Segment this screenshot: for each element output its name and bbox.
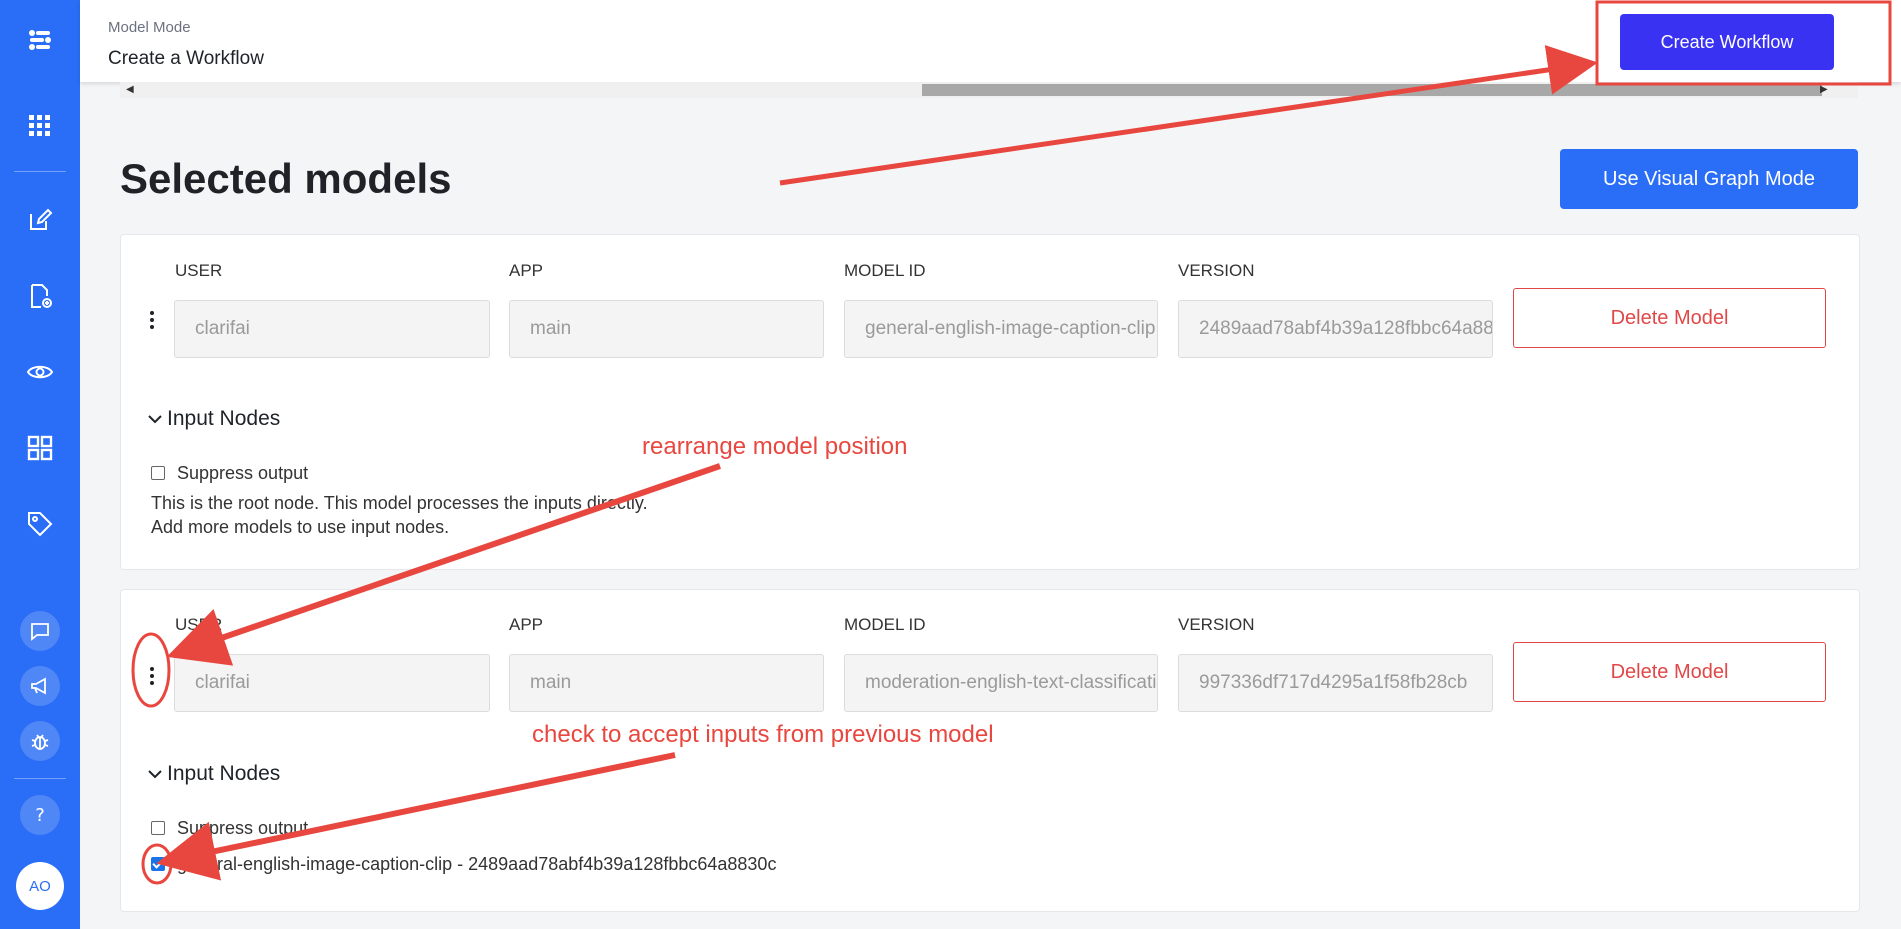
scroll-left-icon[interactable]: ◀ <box>126 84 134 95</box>
sidebar-divider <box>14 171 66 172</box>
app-field[interactable]: main <box>509 654 824 712</box>
input-nodes-toggle[interactable]: Input Nodes <box>147 407 280 431</box>
version-label: VERSION <box>1178 615 1255 634</box>
model-id-label: MODEL ID <box>844 261 926 280</box>
logo-icon[interactable] <box>20 20 60 60</box>
drag-handle-icon[interactable] <box>149 667 155 685</box>
model-id-field[interactable]: moderation-english-text-classification <box>844 654 1158 712</box>
delete-model-button[interactable]: Delete Model <box>1513 288 1826 348</box>
file-add-icon[interactable] <box>20 276 60 316</box>
section-title: Selected models <box>120 155 452 202</box>
chevron-down-icon <box>148 770 162 779</box>
input-nodes-label: Input Nodes <box>167 407 281 430</box>
user-field[interactable]: clarifai <box>174 654 490 712</box>
chevron-down-icon <box>148 415 162 424</box>
scrollbar-thumb[interactable] <box>922 84 1822 96</box>
app-label: APP <box>509 261 544 280</box>
version-field[interactable]: 2489aad78abf4b39a128fbbc64a8830c <box>1178 300 1493 358</box>
annotation-rearrange: rearrange model position <box>642 433 908 460</box>
model-id-label: MODEL ID <box>844 615 926 634</box>
sidebar: ? AO <box>0 0 80 929</box>
input-node-checkbox[interactable] <box>151 857 165 871</box>
suppress-output-checkbox[interactable] <box>151 466 165 480</box>
megaphone-icon[interactable] <box>20 666 60 706</box>
suppress-output-label: Suppress output <box>177 463 309 483</box>
modules-icon[interactable] <box>20 428 60 468</box>
app-label: APP <box>509 615 544 634</box>
sidebar-divider <box>14 778 66 779</box>
eye-icon[interactable] <box>20 352 60 392</box>
top-header: Model Mode Create a Workflow Create Work… <box>80 0 1901 82</box>
chat-icon[interactable] <box>20 611 60 651</box>
model-card: USER APP MODEL ID VERSION clarifai main … <box>120 234 1860 570</box>
app-field[interactable]: main <box>509 300 824 358</box>
drag-handle-icon[interactable] <box>149 311 155 329</box>
scroll-right-icon[interactable]: ▶ <box>1820 84 1828 95</box>
bug-icon[interactable] <box>20 721 60 761</box>
delete-model-button[interactable]: Delete Model <box>1513 642 1826 702</box>
version-label: VERSION <box>1178 261 1255 280</box>
suppress-output-label: Suppress output <box>177 818 309 838</box>
annotation-check: check to accept inputs from previous mod… <box>532 721 994 748</box>
input-nodes-toggle[interactable]: Input Nodes <box>147 762 280 786</box>
tag-icon[interactable] <box>20 504 60 544</box>
apps-grid-icon[interactable] <box>20 106 60 146</box>
page-title: Create a Workflow <box>108 48 264 69</box>
help-icon: ? <box>35 804 45 826</box>
suppress-output-checkbox[interactable] <box>151 821 165 835</box>
model-card: USER APP MODEL ID VERSION clarifai main … <box>120 589 1860 912</box>
horizontal-scrollbar[interactable]: ◀ ▶ <box>120 82 1858 98</box>
input-nodes-label: Input Nodes <box>167 762 281 785</box>
input-node-option-label: general-english-image-caption-clip - 248… <box>177 854 777 874</box>
visual-graph-mode-button[interactable]: Use Visual Graph Mode <box>1560 149 1858 209</box>
user-label: USER <box>175 615 223 634</box>
help-button[interactable]: ? <box>20 795 60 835</box>
model-id-field[interactable]: general-english-image-caption-clip <box>844 300 1158 358</box>
version-field[interactable]: 997336df717d4295a1f58fb28cb <box>1178 654 1493 712</box>
avatar[interactable]: AO <box>16 862 64 910</box>
user-label: USER <box>175 261 223 280</box>
edit-icon[interactable] <box>20 200 60 240</box>
user-field[interactable]: clarifai <box>174 300 490 358</box>
root-node-note: This is the root node. This model proces… <box>151 493 648 513</box>
breadcrumb: Model Mode <box>108 19 191 36</box>
create-workflow-button[interactable]: Create Workflow <box>1620 14 1834 70</box>
add-models-note: Add more models to use input nodes. <box>151 517 450 537</box>
